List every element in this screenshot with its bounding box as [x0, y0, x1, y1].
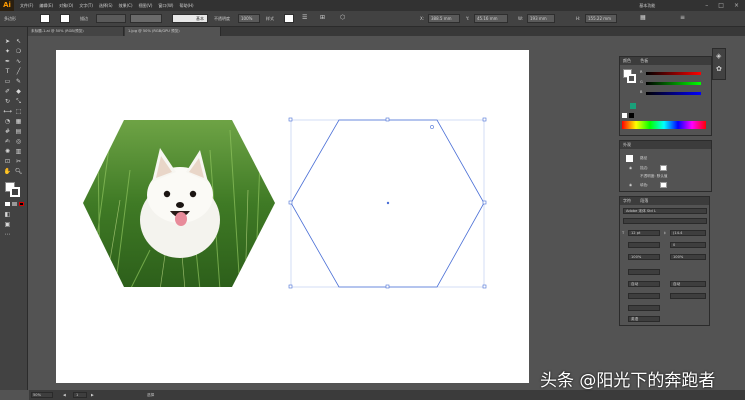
stroke-row-label: 描边: [640, 166, 649, 170]
character-panel-header: 字符 段落 [620, 197, 709, 205]
panel-dock-strip: ◈ ✿ [712, 48, 726, 80]
char-rotation-field[interactable] [670, 293, 706, 299]
visibility-eye-icon[interactable]: ◉ [629, 166, 632, 170]
watermark-text: 头条 @阳光下的奔跑者 [540, 371, 716, 391]
baseline-field[interactable] [628, 269, 660, 275]
color-spectrum[interactable] [622, 121, 706, 129]
appearance-panel: 外观 路径 ◉ 描边: 不透明度: 默认值 ◉ 填色: [619, 140, 712, 192]
color-panel-header: 颜色 色板 [620, 57, 711, 65]
appearance-header: 外观 [620, 141, 711, 149]
font-size-icon: T [622, 231, 625, 235]
selected-hexagon[interactable] [288, 117, 487, 289]
font-size-value: 12 pt [631, 231, 641, 235]
font-family-value: Adobe 宋体 Std L [626, 209, 656, 213]
fill-swatch-small[interactable] [660, 182, 667, 188]
path-label: 路径 [640, 156, 648, 160]
stroke-swatch-small[interactable] [660, 165, 667, 171]
black-swatch[interactable] [629, 113, 634, 118]
leading-icon: ‡ [664, 231, 666, 235]
artboard-number: 1 [76, 393, 79, 397]
out-of-gamut-swatch[interactable] [630, 103, 636, 109]
font-style-field[interactable] [623, 218, 707, 224]
rotation-field[interactable] [628, 293, 660, 299]
leading-value: (14.4 [673, 231, 683, 235]
kerning-field[interactable] [628, 242, 660, 248]
swatches-tab[interactable]: 色板 [640, 58, 648, 63]
opacity-row-label: 不透明度: 默认值 [640, 174, 668, 178]
zoom-value: 50% [33, 393, 41, 397]
prev-artboard-icon[interactable]: ◀ [63, 393, 66, 397]
language-value: 英语 [631, 317, 639, 321]
character-tab[interactable]: 字符 [623, 198, 631, 203]
corner-widget[interactable] [430, 125, 434, 129]
visibility-eye-icon-2[interactable]: ◉ [629, 183, 632, 187]
status-bar: 50% ◀ 1 ▶ 选择 [29, 390, 745, 400]
paragraph-tab[interactable]: 段落 [640, 198, 648, 203]
underline-field[interactable] [628, 305, 660, 311]
next-artboard-icon[interactable]: ▶ [91, 393, 94, 397]
tracking-field[interactable] [670, 242, 706, 248]
fill-row-label: 填色: [640, 183, 649, 187]
white-swatch[interactable] [622, 113, 627, 118]
red-slider[interactable] [646, 72, 701, 75]
auto-value-2: 自动 [673, 282, 681, 286]
horizontal-scale-value: 100% [673, 255, 684, 259]
center-point [386, 201, 390, 205]
blue-slider[interactable] [646, 92, 701, 95]
green-slider[interactable] [646, 82, 701, 85]
color-tab[interactable]: 颜色 [623, 58, 631, 63]
path-thumbnail [626, 155, 633, 162]
brushes-icon[interactable]: ✿ [716, 65, 722, 73]
status-tool-label: 选择 [147, 393, 155, 397]
dog-photo-hexagon[interactable] [80, 118, 278, 290]
character-panel: 字符 段落 Adobe 宋体 Std L T 12 pt ‡ (14.4 0 1… [619, 196, 710, 326]
color-panel: 颜色 色板 R G B [619, 56, 712, 136]
panel-stroke-icon[interactable] [627, 74, 636, 83]
color-guide-icon[interactable]: ◈ [716, 52, 721, 60]
vertical-scale-value: 100% [631, 255, 642, 259]
auto-value-1: 自动 [631, 282, 639, 286]
tracking-value: 0 [673, 243, 676, 247]
